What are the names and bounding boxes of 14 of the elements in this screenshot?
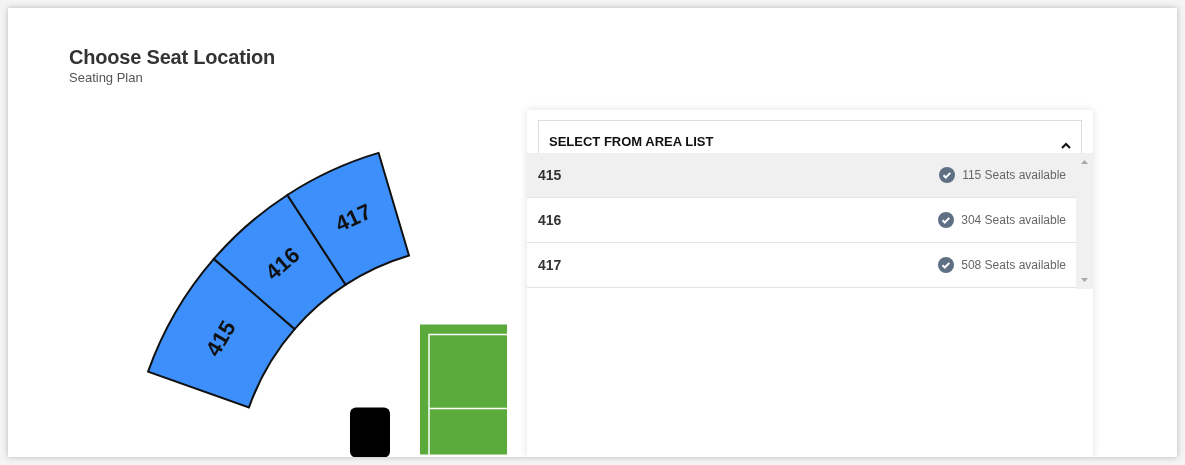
page-title: Choose Seat Location [69, 46, 276, 69]
area-list-item[interactable]: 417 508 Seats available [527, 243, 1076, 288]
stage-block [350, 407, 390, 457]
scrollbar[interactable] [1076, 153, 1093, 289]
section-label: 415 [200, 316, 241, 361]
area-list-item[interactable]: 415 115 Seats available [527, 153, 1076, 198]
check-circle-icon [938, 257, 955, 273]
chevron-up-icon [1061, 142, 1071, 149]
section-label: 417 [331, 198, 376, 237]
area-list-item[interactable]: 416 304 Seats available [527, 198, 1076, 243]
section-label: 416 [260, 242, 305, 286]
check-circle-icon [938, 212, 955, 228]
check-circle-icon [939, 167, 956, 183]
page-subtitle: Seating Plan [69, 70, 143, 85]
